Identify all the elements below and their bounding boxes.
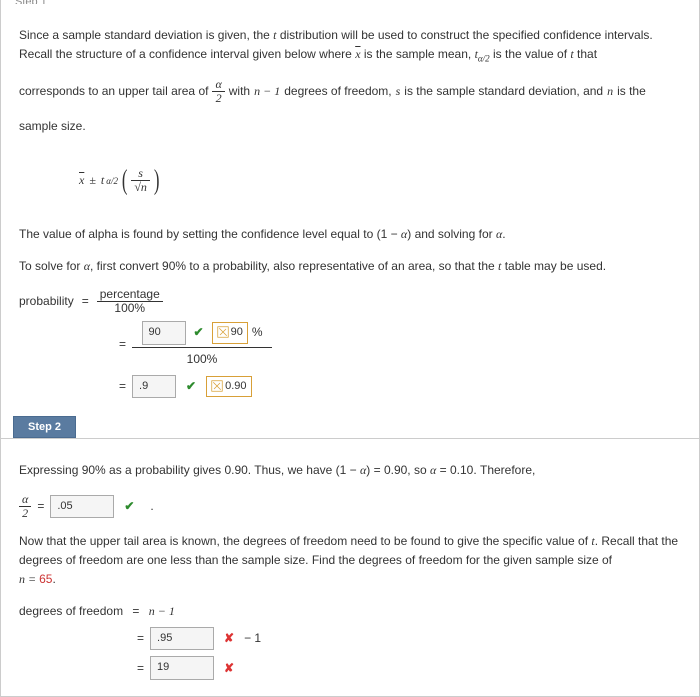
prob-calc-line1: = 90 ✔ 90 % 100% = .9 ✔ <box>19 321 681 398</box>
input-wrong2[interactable]: 19 <box>150 656 214 680</box>
check-icon: ✔ <box>186 377 196 396</box>
ci-formula: x ± tα/2 ( s √n ) <box>19 149 681 214</box>
feedback-090: 0.90 <box>206 376 251 398</box>
check-icon: ✔ <box>124 497 134 516</box>
input-wrong1[interactable]: .95 <box>150 627 214 651</box>
paragraph-4: The value of alpha is found by setting t… <box>19 225 681 244</box>
step2-tab: Step 2 <box>13 416 76 438</box>
input-point9[interactable]: .9 <box>132 375 176 399</box>
probability-equation: probability = percentage 100% <box>19 288 681 315</box>
paragraph-5: To solve for α, first convert 90% to a p… <box>19 257 681 276</box>
probability-label: probability <box>19 292 74 311</box>
check-icon: ✔ <box>194 323 204 342</box>
alpha-over-2-value: α2 = .05 ✔ . <box>19 493 681 520</box>
hint-icon <box>217 326 229 338</box>
paragraph-3: sample size. <box>19 117 681 136</box>
input-90[interactable]: 90 <box>142 321 186 345</box>
step2-tab-row: Step 2 <box>1 414 699 439</box>
cross-icon: ✘ <box>224 629 234 648</box>
step2-paragraph-2: Now that the upper tail area is known, t… <box>19 532 681 590</box>
cross-icon: ✘ <box>224 659 234 678</box>
hint-icon <box>211 380 223 392</box>
dof-equation: degrees of freedom = n − 1 = .95 ✘ − 1 =… <box>19 602 681 680</box>
step1-body: Since a sample standard deviation is giv… <box>1 4 699 414</box>
n-value: 65 <box>39 572 52 586</box>
input-alpha-half[interactable]: .05 <box>50 495 114 519</box>
paragraph-1: Since a sample standard deviation is giv… <box>19 26 681 66</box>
step2-body: Expressing 90% as a probability gives 0.… <box>1 439 699 696</box>
feedback-90: 90 <box>212 322 248 344</box>
alpha-over-2-frac: α2 <box>212 78 224 105</box>
step2-paragraph-1: Expressing 90% as a probability gives 0.… <box>19 461 681 480</box>
paragraph-2: corresponds to an upper tail area of α2 … <box>19 78 681 105</box>
